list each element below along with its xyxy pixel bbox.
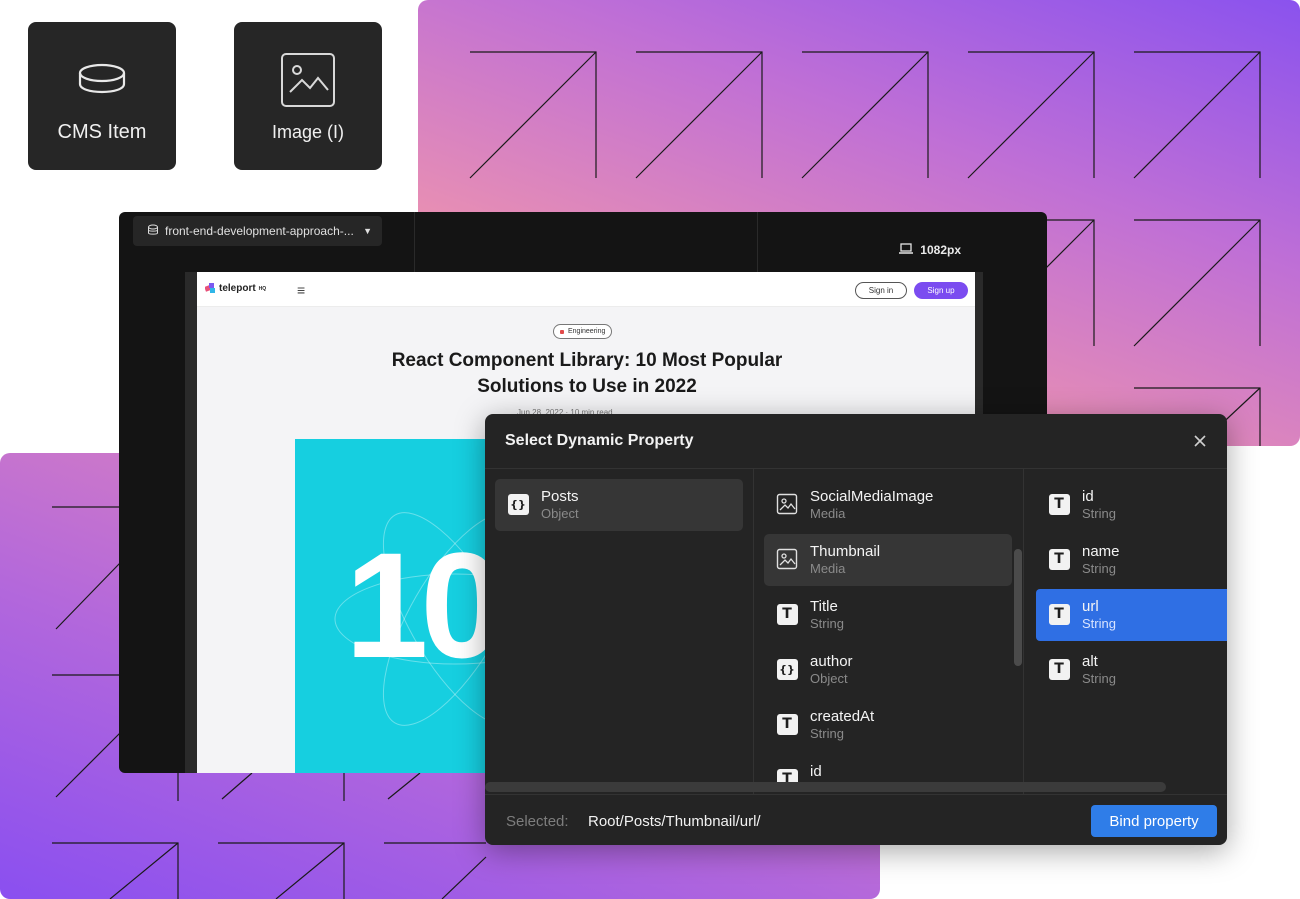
text-icon: T (1048, 658, 1070, 680)
logo-text: teleport (219, 283, 256, 294)
property-type: String (810, 726, 844, 741)
select-dynamic-property-dialog: Select Dynamic Property {} Posts Object So… (485, 414, 1227, 845)
selected-path: Root/Posts/Thumbnail/url/ (588, 813, 761, 830)
property-type: String (1082, 561, 1116, 576)
property-name: id (1082, 488, 1094, 505)
property-item-socialmediaimage[interactable]: SocialMediaImage Media (764, 479, 1012, 531)
property-type: Object (541, 506, 579, 521)
database-icon (147, 224, 159, 239)
vertical-scrollbar[interactable] (1014, 549, 1022, 666)
property-column-posts: SocialMediaImage Media Thumbnail Media T Titl… (754, 469, 1024, 794)
sign-in-button[interactable]: Sign in (855, 282, 907, 299)
property-column-root: {} Posts Object (485, 469, 754, 794)
property-item-posts[interactable]: {} Posts Object (495, 479, 743, 531)
object-icon: {} (507, 493, 529, 515)
post-title: React Component Library: 10 Most Popular… (391, 350, 783, 397)
property-item-author[interactable]: {} author Object (764, 644, 1012, 696)
image-icon (776, 548, 798, 570)
property-name: name (1082, 543, 1120, 560)
property-name: Thumbnail (810, 543, 881, 560)
property-type: Media (810, 506, 846, 521)
teleport-logo[interactable]: teleport HQ (205, 283, 266, 294)
text-icon: T (1048, 603, 1070, 625)
category-label: Engineering (568, 328, 606, 335)
cms-item-tile[interactable]: CMS Item (28, 22, 176, 170)
property-item-name[interactable]: Tname String (1036, 534, 1227, 586)
property-name: url (1082, 598, 1099, 615)
property-name: Title (810, 598, 838, 615)
image-tile[interactable]: Image (I) (234, 22, 382, 170)
viewport-size-indicator[interactable]: 1082px (899, 243, 961, 257)
text-icon: T (1048, 493, 1070, 515)
site-navbar: teleport HQ ≡ Sign in Sign up (197, 272, 975, 307)
logo-suffix: HQ (258, 285, 267, 292)
property-type: Media (810, 561, 846, 576)
property-item-id[interactable]: Tid String (1036, 479, 1227, 531)
property-item-thumbnail[interactable]: Thumbnail Media (764, 534, 1012, 586)
page-selector-label: front-end-development-approach-... (165, 224, 354, 238)
bind-property-button[interactable]: Bind property (1091, 805, 1217, 837)
hamburger-menu-icon[interactable]: ≡ (297, 282, 305, 298)
property-column-thumbnail: Tid String Tname String Turl String Talt String (1024, 469, 1227, 794)
property-item-title[interactable]: T Title String (764, 589, 1012, 641)
property-type: String (1082, 671, 1116, 686)
horizontal-scrollbar[interactable] (485, 782, 1166, 792)
property-name: alt (1082, 653, 1098, 670)
property-item-createdat[interactable]: TcreatedAt String (764, 699, 1012, 751)
text-icon: T (1048, 548, 1070, 570)
category-badge[interactable]: Engineering (553, 324, 613, 339)
teleport-logo-mark (205, 283, 215, 293)
close-icon[interactable] (1191, 432, 1209, 450)
category-dot-icon (560, 329, 564, 334)
hero-number: 10 (345, 521, 504, 689)
image-icon (776, 493, 798, 515)
dialog-header: Select Dynamic Property (485, 414, 1227, 469)
dialog-footer: Selected: Root/Posts/Thumbnail/url/ Bind… (485, 794, 1227, 845)
property-name: SocialMediaImage (810, 488, 934, 505)
property-name: author (810, 653, 853, 670)
property-name: createdAt (810, 708, 875, 725)
page-selector-dropdown[interactable]: front-end-development-approach-... ▼ (133, 216, 382, 246)
property-item-url[interactable]: Turl String (1036, 589, 1227, 641)
text-icon: T (776, 603, 798, 625)
property-item-alt[interactable]: Talt String (1036, 644, 1227, 696)
dialog-title: Select Dynamic Property (505, 432, 694, 449)
property-name: Posts (541, 488, 579, 505)
viewport-size-label: 1082px (920, 243, 961, 257)
property-type: String (1082, 506, 1116, 521)
image-icon (278, 50, 338, 110)
image-label: Image (I) (271, 121, 345, 142)
cms-item-label: CMS Item (57, 120, 147, 143)
database-icon (72, 49, 132, 109)
property-type: String (810, 616, 844, 631)
selected-label: Selected: (506, 813, 569, 830)
text-icon: T (776, 713, 798, 735)
object-icon: {} (776, 658, 798, 680)
property-type: String (1082, 616, 1116, 631)
laptop-icon (899, 243, 914, 257)
caret-down-icon: ▼ (363, 226, 372, 236)
property-name: id (810, 763, 822, 780)
sign-up-button[interactable]: Sign up (914, 282, 968, 299)
property-type: Object (810, 671, 848, 686)
